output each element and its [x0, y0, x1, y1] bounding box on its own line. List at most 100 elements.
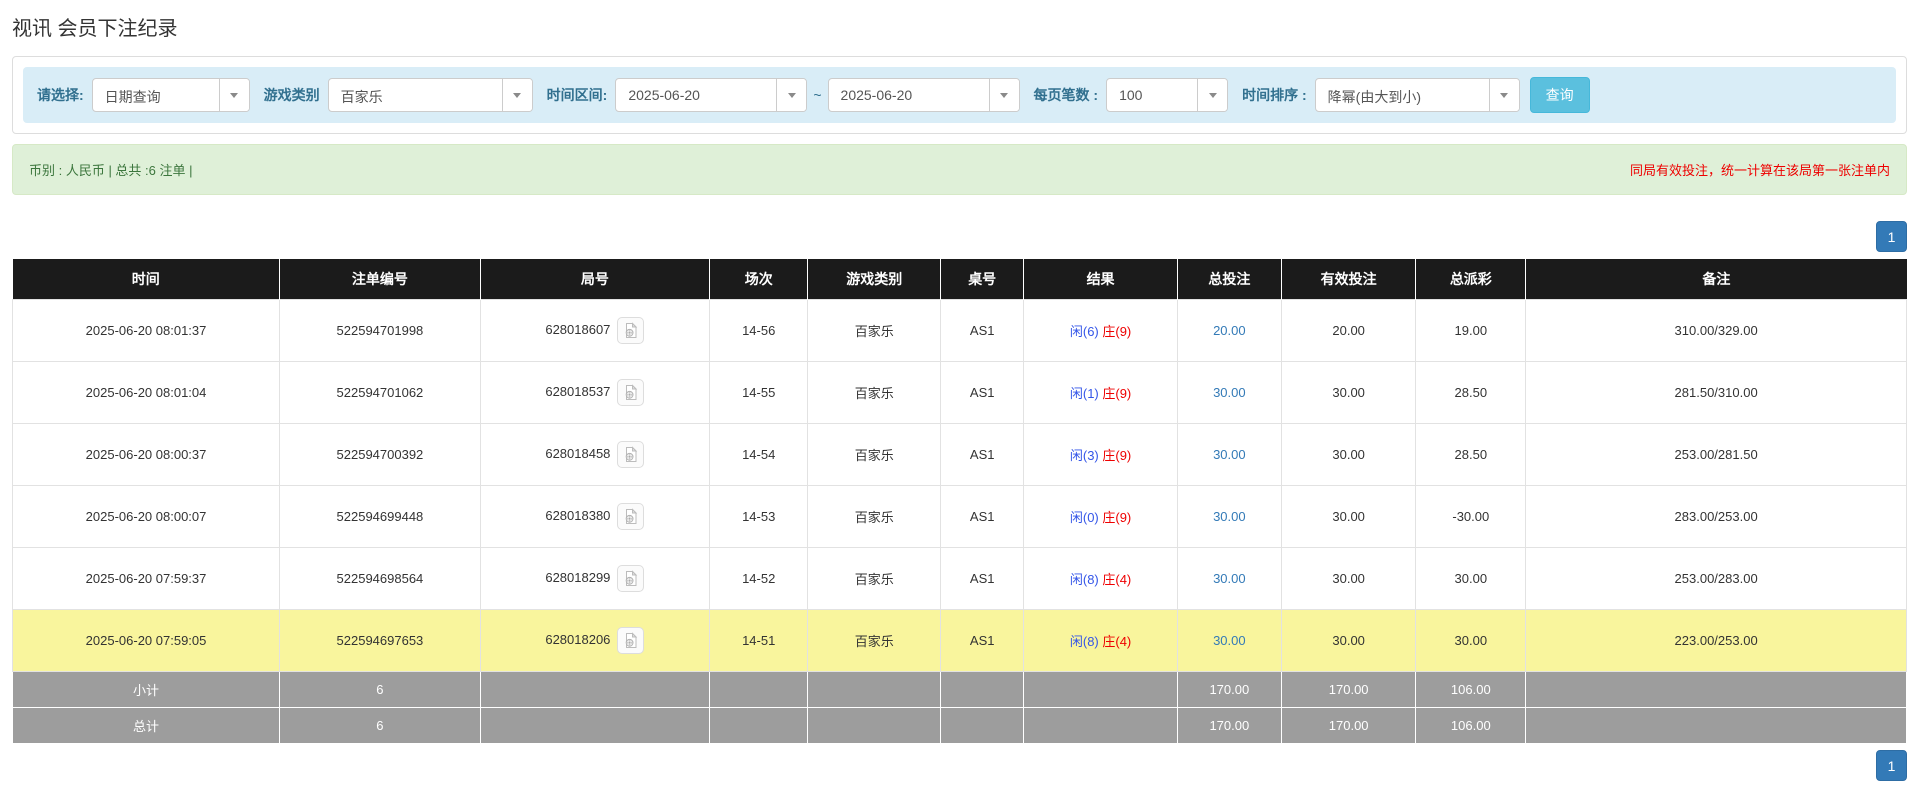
chevron-down-icon[interactable] [1488, 79, 1519, 111]
total-bet-link[interactable]: 30.00 [1213, 633, 1246, 648]
cell-valid-bet: 30.00 [1280, 423, 1417, 486]
chevron-down-icon[interactable] [501, 79, 532, 111]
filter-panel: 请选择: 日期查询 游戏类别 百家乐 时间区间: 2025-06-20 ~ 20… [12, 56, 1907, 134]
table-row: 2025-06-20 08:01:37 522594701998 6280186… [11, 299, 1907, 362]
subtotal-valid-bet: 170.00 [1280, 671, 1417, 708]
cell-round-id: 628018458 [479, 423, 710, 486]
cell-session: 14-56 [708, 299, 809, 362]
total-bet-link[interactable]: 20.00 [1213, 323, 1246, 338]
chevron-down-icon[interactable] [1197, 79, 1228, 111]
video-record-icon[interactable] [617, 627, 645, 654]
result-banker: 庄(9) [1102, 386, 1132, 401]
col-payout: 总派彩 [1415, 259, 1526, 300]
table-row: 2025-06-20 08:01:04 522594701062 6280185… [11, 361, 1907, 424]
cell-payout: -30.00 [1415, 485, 1527, 548]
cell-session: 14-53 [708, 485, 809, 548]
pagination-top: 1 [12, 221, 1907, 252]
total-bet-link[interactable]: 30.00 [1213, 509, 1246, 524]
result-player: 闲(6) [1069, 324, 1099, 339]
result-banker: 庄(9) [1102, 448, 1132, 463]
summary-warning-note: 同局有效投注，统一计算在该局第一张注单内 [1629, 163, 1890, 178]
table-row: 2025-06-20 07:59:37 522594698564 6280182… [11, 547, 1907, 610]
video-record-icon[interactable] [617, 379, 645, 406]
subtotal-count: 6 [279, 671, 481, 708]
cell-time: 2025-06-20 07:59:05 [11, 609, 281, 672]
page-size-value: 100 [1119, 87, 1143, 103]
cell-table-no: AS1 [940, 485, 1025, 548]
round-id-text: 628018607 [545, 321, 611, 337]
cell-session: 14-51 [708, 609, 809, 672]
cell-total-bet: 30.00 [1176, 361, 1282, 424]
grand-total-total-bet: 170.00 [1176, 707, 1282, 744]
filter-bar: 请选择: 日期查询 游戏类别 百家乐 时间区间: 2025-06-20 ~ 20… [23, 67, 1896, 123]
cell-bet-id: 522594700392 [279, 423, 481, 486]
cell-empty [1023, 707, 1178, 744]
cell-valid-bet: 30.00 [1280, 361, 1417, 424]
game-type-value: 百家乐 [340, 89, 383, 105]
page-1-button[interactable]: 1 [1876, 221, 1907, 252]
total-bet-link[interactable]: 30.00 [1213, 385, 1246, 400]
chevron-down-icon[interactable] [218, 79, 249, 111]
sort-select[interactable]: 降幂(由大到小) [1314, 78, 1520, 112]
video-record-icon[interactable] [617, 317, 645, 344]
cell-result: 闲(1) 庄(9) [1023, 361, 1178, 424]
col-total-bet: 总投注 [1176, 259, 1282, 300]
cell-game-type: 百家乐 [807, 485, 942, 548]
cell-remark: 281.50/310.00 [1525, 361, 1907, 424]
table-row: 2025-06-20 08:00:07 522594699448 6280183… [11, 485, 1907, 548]
page-1-button[interactable]: 1 [1876, 750, 1907, 781]
result-banker: 庄(9) [1102, 324, 1132, 339]
video-record-icon[interactable] [617, 503, 645, 530]
page-size-select[interactable]: 100 [1106, 78, 1229, 112]
result-player: 闲(0) [1069, 510, 1099, 525]
game-type-select[interactable]: 百家乐 [327, 78, 533, 112]
col-round-id: 局号 [479, 259, 710, 300]
col-table-no: 桌号 [940, 259, 1024, 300]
video-record-icon[interactable] [617, 565, 645, 592]
cell-payout: 19.00 [1415, 299, 1527, 362]
video-record-icon[interactable] [617, 441, 645, 468]
query-type-label: 请选择: [37, 87, 84, 103]
cell-remark: 253.00/283.00 [1525, 547, 1907, 610]
cell-empty [807, 671, 942, 708]
cell-bet-id: 522594697653 [279, 609, 481, 672]
cell-remark: 283.00/253.00 [1525, 485, 1907, 548]
col-result: 结果 [1023, 259, 1178, 300]
table-header: 时间 注单编号 局号 场次 游戏类别 桌号 结果 总投注 有效投注 总派彩 备注 [12, 259, 1907, 300]
table-body: 2025-06-20 08:01:37 522594701998 6280186… [11, 299, 1907, 672]
cell-remark: 253.00/281.50 [1525, 423, 1907, 486]
col-time: 时间 [12, 259, 280, 300]
cell-table-no: AS1 [940, 609, 1025, 672]
cell-empty [708, 707, 809, 744]
query-type-select[interactable]: 日期查询 [91, 78, 250, 112]
date-to-value: 2025-06-20 [840, 87, 913, 103]
result-banker: 庄(9) [1102, 510, 1132, 525]
cell-game-type: 百家乐 [807, 299, 942, 362]
subtotal-payout: 106.00 [1415, 671, 1527, 708]
total-bet-link[interactable]: 30.00 [1213, 571, 1246, 586]
date-to-select[interactable]: 2025-06-20 [827, 78, 1020, 112]
date-from-select[interactable]: 2025-06-20 [615, 78, 808, 112]
cell-result: 闲(3) 庄(9) [1023, 423, 1178, 486]
table-row: 2025-06-20 08:00:37 522594700392 6280184… [11, 423, 1907, 486]
cell-payout: 28.50 [1415, 361, 1527, 424]
cell-payout: 30.00 [1415, 609, 1527, 672]
chevron-down-icon[interactable] [776, 79, 807, 111]
cell-total-bet: 30.00 [1176, 423, 1282, 486]
summary-bar: 币别 : 人民币 | 总共 :6 注单 | 同局有效投注，统一计算在该局第一张注… [12, 144, 1907, 195]
cell-time: 2025-06-20 08:00:37 [11, 423, 281, 486]
cell-remark: 310.00/329.00 [1525, 299, 1907, 362]
cell-payout: 28.50 [1415, 423, 1527, 486]
cell-round-id: 628018537 [479, 361, 710, 424]
cell-time: 2025-06-20 07:59:37 [11, 547, 281, 610]
cell-empty [1525, 671, 1907, 708]
cell-table-no: AS1 [940, 361, 1025, 424]
grand-total-count: 6 [279, 707, 481, 744]
cell-bet-id: 522594699448 [279, 485, 481, 548]
search-button[interactable]: 查询 [1529, 77, 1590, 113]
result-player: 闲(8) [1069, 572, 1099, 587]
chevron-down-icon[interactable] [988, 79, 1019, 111]
total-bet-link[interactable]: 30.00 [1213, 447, 1246, 462]
grand-total-payout: 106.00 [1415, 707, 1527, 744]
cell-game-type: 百家乐 [807, 423, 942, 486]
